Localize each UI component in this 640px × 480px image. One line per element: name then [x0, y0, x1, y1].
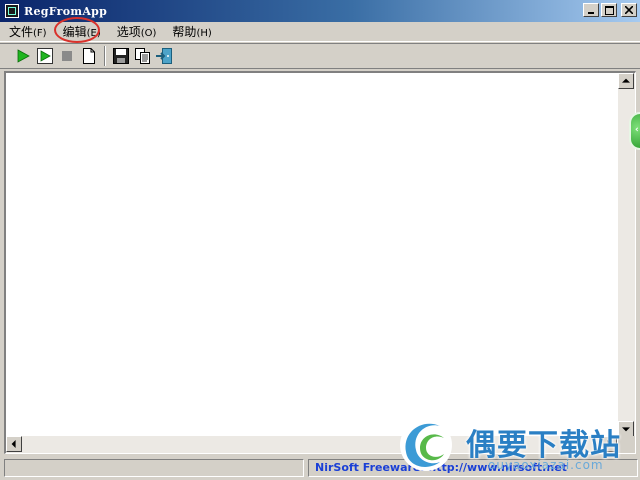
- scroll-left-button[interactable]: [6, 436, 22, 452]
- maximize-icon: [604, 5, 614, 15]
- side-tab-arrow-icon: ‹: [635, 125, 639, 135]
- maximize-button[interactable]: [601, 3, 617, 17]
- results-list[interactable]: [4, 71, 636, 454]
- toolbar: [0, 43, 640, 69]
- exit-button[interactable]: [154, 45, 176, 67]
- minimize-button[interactable]: [583, 3, 599, 17]
- play-outline-icon: [37, 48, 53, 64]
- stop-icon: [62, 51, 72, 61]
- menu-file-label: 文件: [9, 24, 34, 39]
- watermark-subtitle: ouyaoxiazai.com: [488, 458, 604, 472]
- watermark-logo-icon: [400, 419, 452, 471]
- side-tab[interactable]: ‹: [629, 112, 640, 150]
- app-window: RegFromApp 文件(F) 编辑(E) 选项(O) 帮助(H) NirSo…: [0, 0, 640, 480]
- close-button[interactable]: [621, 3, 637, 17]
- stop-button[interactable]: [56, 45, 78, 67]
- arrow-left-icon: [11, 440, 16, 448]
- start-button[interactable]: [12, 45, 34, 67]
- new-document-icon: [83, 48, 95, 64]
- arrow-up-icon: [622, 78, 630, 83]
- menu-file[interactable]: 文件(F): [0, 23, 54, 41]
- copy-button[interactable]: [132, 45, 154, 67]
- menu-options-label: 选项: [116, 24, 141, 39]
- copy-icon: [135, 48, 150, 64]
- menu-options[interactable]: 选项(O): [108, 23, 164, 41]
- menu-help-accel: (H): [196, 27, 212, 39]
- menu-options-accel: (O): [140, 27, 157, 39]
- save-icon: [113, 48, 129, 64]
- annotation-circle: [53, 16, 100, 43]
- title-bar[interactable]: RegFromApp: [0, 0, 640, 22]
- menu-help[interactable]: 帮助(H): [163, 23, 218, 41]
- new-button[interactable]: [78, 45, 100, 67]
- menu-bar: 文件(F) 编辑(E) 选项(O) 帮助(H): [0, 16, 640, 43]
- toolbar-separator: [104, 46, 106, 66]
- window-title: RegFromApp: [24, 4, 108, 18]
- window-controls: [583, 3, 637, 17]
- minimize-icon: [588, 12, 594, 14]
- watermark: 偶要下载站 ouyaoxiazai.com: [396, 414, 636, 478]
- play-icon: [17, 49, 30, 63]
- save-button[interactable]: [110, 45, 132, 67]
- exit-icon: [156, 48, 172, 64]
- menu-edit[interactable]: 编辑(E): [53, 16, 108, 43]
- app-icon[interactable]: [5, 4, 19, 18]
- close-icon: [625, 6, 633, 14]
- status-panel-left: [4, 458, 304, 477]
- scroll-up-button[interactable]: [618, 73, 634, 89]
- start-existing-button[interactable]: [34, 45, 56, 67]
- menu-help-label: 帮助: [172, 24, 197, 39]
- menu-file-accel: (F): [33, 27, 47, 39]
